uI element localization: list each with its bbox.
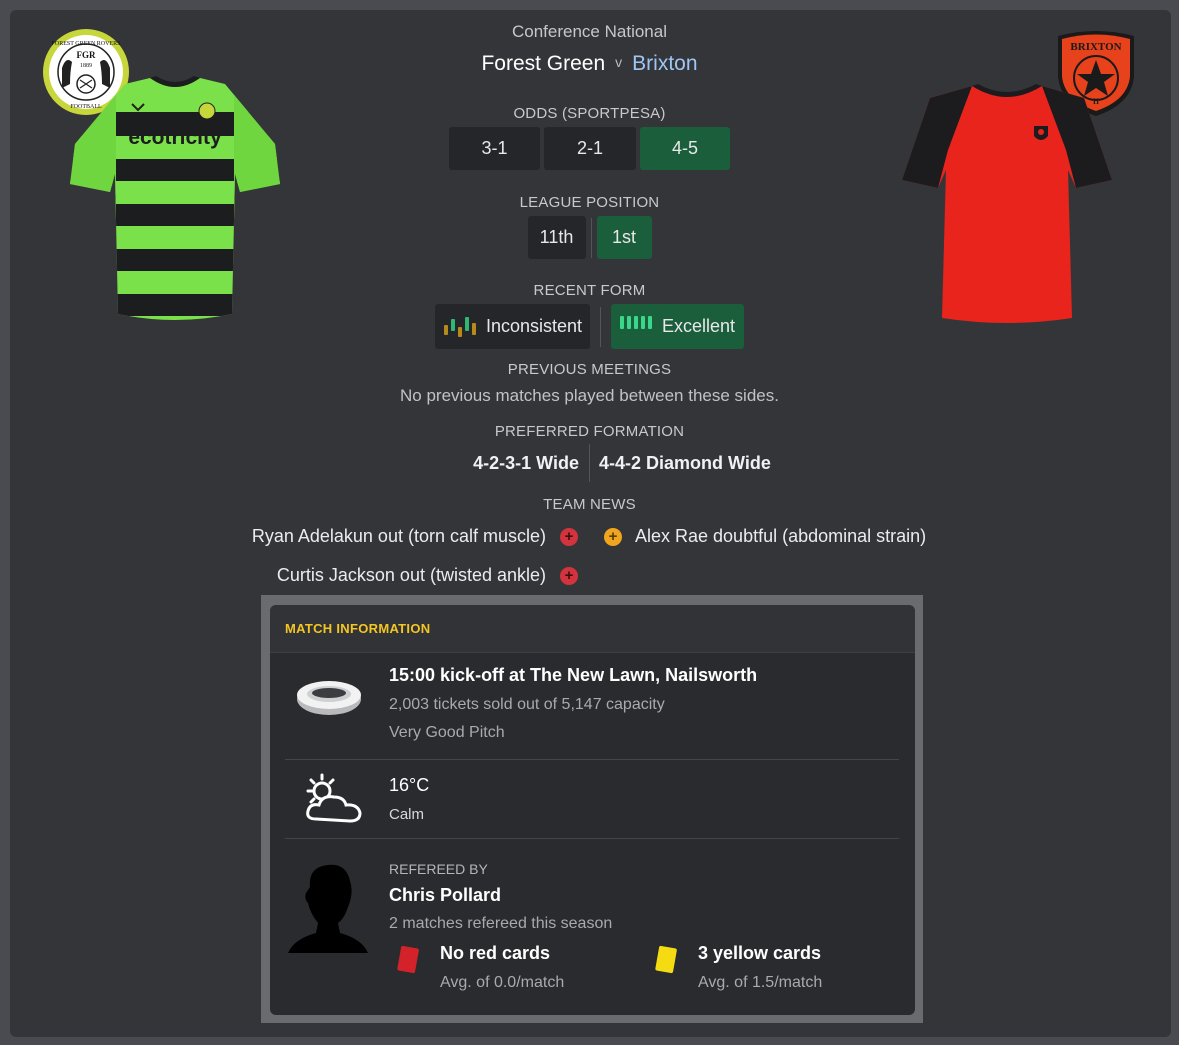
versus-label: v [615,54,623,70]
previous-meetings-text: No previous matches played between these… [400,386,779,405]
home-formation[interactable]: 4-2-3-1 Wide [389,453,589,474]
temperature: 16°C [389,775,430,795]
yellow-card-count: 3 yellow cards [698,943,822,963]
referee-matches: 2 matches refereed this season [389,915,613,932]
red-card-icon [397,945,419,974]
yellow-card-average: Avg. of 1.5/match [698,974,823,991]
referee-avatar[interactable] [288,863,370,955]
recent-form-label: RECENT FORM [533,282,646,299]
away-formation[interactable]: 4-4-2 Diamond Wide [590,453,790,474]
formation-row: 4-2-3-1 Wide 4-4-2 Diamond Wide [0,444,1179,482]
referee-details: REFEREED BY Chris Pollard 2 matches refe… [389,861,915,933]
team-news-item[interactable]: + Alex Rae doubtful (abdominal strain) [604,526,926,547]
form-bars-icon [444,316,476,337]
kickoff-venue[interactable]: 15:00 kick-off at The New Lawn, Nailswor… [389,665,915,686]
divider [285,838,899,839]
team-news-item[interactable]: Ryan Adelakun out (torn calf muscle) + [252,526,578,547]
injury-doubtful-icon: + [604,527,622,546]
odds-home[interactable]: 3-1 [449,127,540,170]
match-info-header: MATCH INFORMATION [270,605,915,653]
home-team-name[interactable]: Forest Green [481,52,605,75]
ticket-sales: 2,003 tickets sold out of 5,147 capacity [389,696,665,713]
venue-details: 15:00 kick-off at The New Lawn, Nailswor… [389,665,915,742]
away-league-position[interactable]: 1st [596,216,652,259]
yellow-card-stats: 3 yellow cards Avg. of 1.5/match [698,943,822,992]
refereed-by-label: REFEREED BY [389,861,488,877]
league-position-label: LEAGUE POSITION [519,194,660,211]
injury-text: Curtis Jackson out (twisted ankle) [276,565,546,585]
previous-meetings-label: PREVIOUS MEETINGS [507,361,672,378]
away-recent-form[interactable]: Excellent [611,304,744,349]
away-form-text: Excellent [662,316,736,336]
home-league-position[interactable]: 11th [527,216,586,259]
weather-details: 16°C Calm [389,775,915,823]
form-bars-icon [620,315,652,329]
away-team-name[interactable]: Brixton [632,52,697,75]
red-card-average: Avg. of 0.0/match [440,974,565,991]
match-information-card: MATCH INFORMATION 15:00 kick-off at The … [270,605,915,1015]
recent-form-row: Inconsistent Excellent [0,304,1179,349]
injury-out-icon: + [560,566,578,585]
preferred-formation-label: PREFERRED FORMATION [494,423,685,440]
partly-cloudy-icon [306,773,362,823]
league-position-row: 11th 1st [0,216,1179,259]
team-news-item[interactable]: Curtis Jackson out (twisted ankle) + [277,565,578,586]
fixture-title: Forest Green v Brixton [0,52,1179,76]
odds-draw[interactable]: 2-1 [544,127,636,170]
divider [285,759,899,760]
divider [590,217,592,258]
yellow-card-icon [655,945,677,974]
divider [600,306,601,347]
wind-condition: Calm [389,806,425,823]
red-card-stats: No red cards Avg. of 0.0/match [440,943,564,992]
injury-out-icon: + [560,527,578,546]
home-form-text: Inconsistent [486,316,583,336]
home-recent-form[interactable]: Inconsistent [435,304,590,349]
stadium-icon [297,681,361,715]
pitch-condition: Very Good Pitch [389,724,505,741]
odds-row: 3-1 2-1 4-5 [0,127,1179,170]
odds-label: ODDS (SPORTPESA) [513,105,666,122]
injury-text: Ryan Adelakun out (torn calf muscle) [251,526,546,546]
red-card-count: No red cards [440,943,551,963]
competition-name[interactable]: Conference National [0,22,1179,42]
referee-name[interactable]: Chris Pollard [389,885,915,906]
odds-away[interactable]: 4-5 [640,127,730,170]
injury-text: Alex Rae doubtful (abdominal strain) [635,526,927,546]
team-news-label: TEAM NEWS [543,496,636,513]
